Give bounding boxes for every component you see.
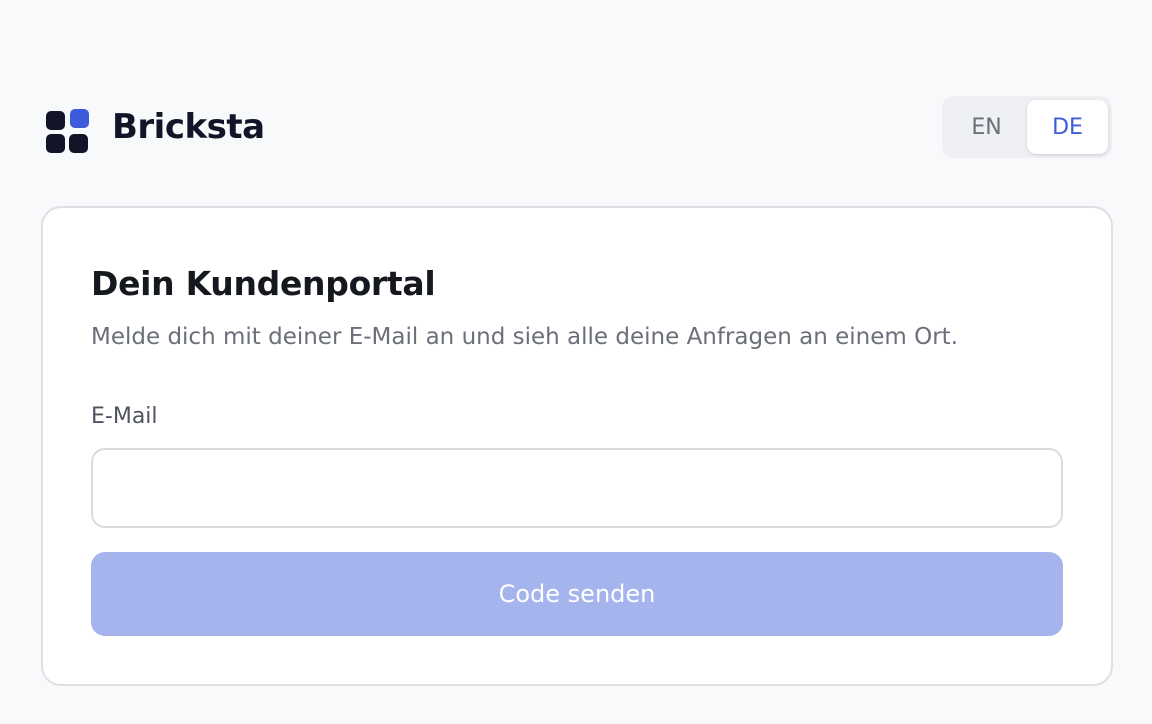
email-label: E-Mail	[91, 404, 158, 429]
logo-square-top-right	[70, 109, 89, 128]
send-code-button[interactable]: Code senden	[91, 552, 1063, 636]
logo-square-top-left	[46, 111, 65, 130]
language-switch: EN DE	[942, 96, 1112, 158]
card-title: Dein Kundenportal	[91, 264, 436, 303]
customer-portal-login-page: Bricksta EN DE Dein Kundenportal Melde d…	[0, 0, 1152, 724]
header: Bricksta EN DE	[42, 96, 1112, 158]
card-subtitle: Melde dich mit deiner E-Mail an und sieh…	[91, 324, 959, 350]
language-option-de[interactable]: DE	[1027, 100, 1108, 154]
brand: Bricksta	[42, 96, 265, 158]
logo-square-bottom-left	[46, 134, 65, 153]
login-card: Dein Kundenportal Melde dich mit deiner …	[41, 206, 1113, 686]
language-option-en[interactable]: EN	[946, 100, 1027, 154]
logo-square-bottom-right	[69, 134, 88, 153]
bricksta-logo-icon	[42, 102, 92, 153]
email-field[interactable]	[91, 448, 1063, 528]
brand-name: Bricksta	[112, 107, 265, 147]
